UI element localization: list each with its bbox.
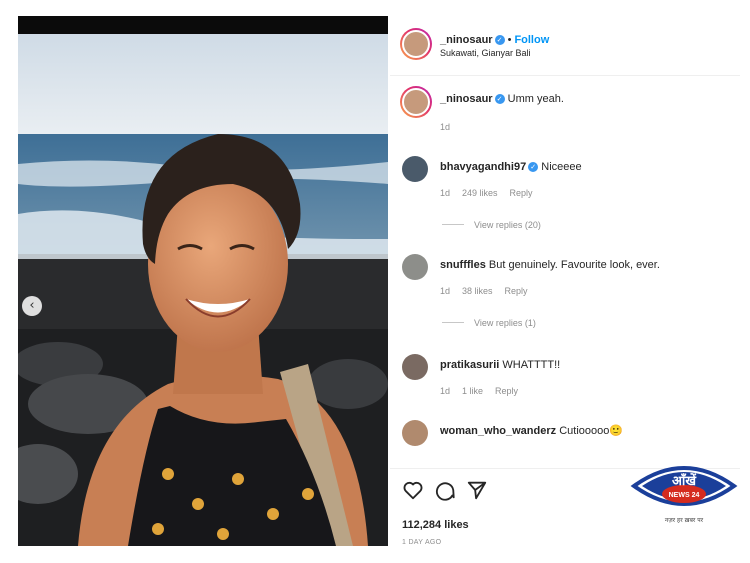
comment-item: bhavyagandhi97 ✓ Niceeee 1d 249 likes Reply…	[390, 154, 740, 244]
comment-item: snufffles But genuinely. Favourite look,…	[390, 252, 740, 342]
logo-brand-bottom: NEWS 24	[669, 492, 700, 499]
logo-brand-top: आँखें	[672, 473, 697, 489]
verified-icon: ✓	[494, 94, 505, 104]
eye-logo-icon: आँखें NEWS 24 नज़र हर ख़बर पर	[630, 466, 738, 524]
heart-icon[interactable]	[402, 479, 424, 501]
comment-text: But genuinely. Favourite look, ever.	[488, 259, 660, 271]
reply-button[interactable]: Reply	[505, 286, 528, 296]
logo-tagline: नज़र हर ख़बर पर	[665, 517, 704, 524]
comment-icon[interactable]	[434, 479, 456, 501]
author-username[interactable]: _ninosaur	[440, 34, 493, 46]
commenter-avatar[interactable]	[402, 156, 428, 182]
view-replies-button[interactable]: View replies (20)	[442, 220, 541, 230]
caption-avatar[interactable]	[400, 86, 432, 118]
comment-username[interactable]: bhavyagandhi97	[440, 161, 526, 173]
comment-item: pratikasurii WHATTTT!! 1d 1 like Reply	[390, 352, 740, 412]
post-photo[interactable]: ‹	[18, 16, 388, 546]
follow-button[interactable]: Follow	[514, 34, 549, 46]
separator-dot: •	[507, 34, 512, 46]
comment-likes[interactable]: 1 like	[462, 386, 483, 396]
likes-count[interactable]: 112,284 likes	[402, 519, 469, 531]
comment-time: 1d	[440, 188, 451, 198]
view-replies-label: View replies (1)	[474, 318, 536, 328]
verified-icon: ✓	[494, 35, 505, 45]
caption-row: _ninosaur ✓ Umm yeah. 1d	[390, 84, 740, 144]
comment-likes[interactable]: 249 likes	[462, 188, 498, 198]
post-location[interactable]: Sukawati, Gianyar Bali	[440, 48, 531, 58]
previous-photo-button[interactable]: ‹	[22, 296, 42, 316]
comment-username[interactable]: woman_who_wanderz	[440, 425, 556, 437]
comment-time: 1d	[440, 386, 451, 396]
reply-button[interactable]: Reply	[495, 386, 518, 396]
paper-plane-icon[interactable]	[466, 479, 488, 501]
author-avatar[interactable]	[400, 28, 432, 60]
news-logo-watermark: आँखें NEWS 24 नज़र हर ख़बर पर	[628, 456, 740, 528]
comment-text: Niceeee	[541, 161, 582, 173]
caption-username[interactable]: _ninosaur	[440, 93, 493, 105]
verified-icon: ✓	[528, 162, 539, 172]
beach-selfie-image	[18, 34, 388, 546]
caption-time: 1d	[440, 122, 451, 132]
comment-time: 1d	[440, 286, 451, 296]
posted-time: 1 DAY AGO	[402, 539, 442, 546]
commenter-avatar[interactable]	[402, 254, 428, 280]
comment-username[interactable]: pratikasurii	[440, 359, 499, 371]
comment-likes[interactable]: 38 likes	[462, 286, 493, 296]
reply-button[interactable]: Reply	[510, 188, 533, 198]
view-replies-button[interactable]: View replies (1)	[442, 318, 536, 328]
comment-text: Cutiooooo🙂	[559, 425, 624, 437]
commenter-avatar[interactable]	[402, 420, 428, 446]
view-replies-label: View replies (20)	[474, 220, 541, 230]
comment-username[interactable]: snufffles	[440, 259, 486, 271]
comment-item: woman_who_wanderz Cutiooooo🙂	[390, 418, 740, 458]
post-header: _ninosaur ✓ • Follow Sukawati, Gianyar Bali	[390, 16, 740, 76]
comment-text: WHATTTT!!	[502, 359, 561, 371]
photo-top-bar	[18, 16, 388, 34]
caption-text: Umm yeah.	[507, 93, 564, 105]
commenter-avatar[interactable]	[402, 354, 428, 380]
